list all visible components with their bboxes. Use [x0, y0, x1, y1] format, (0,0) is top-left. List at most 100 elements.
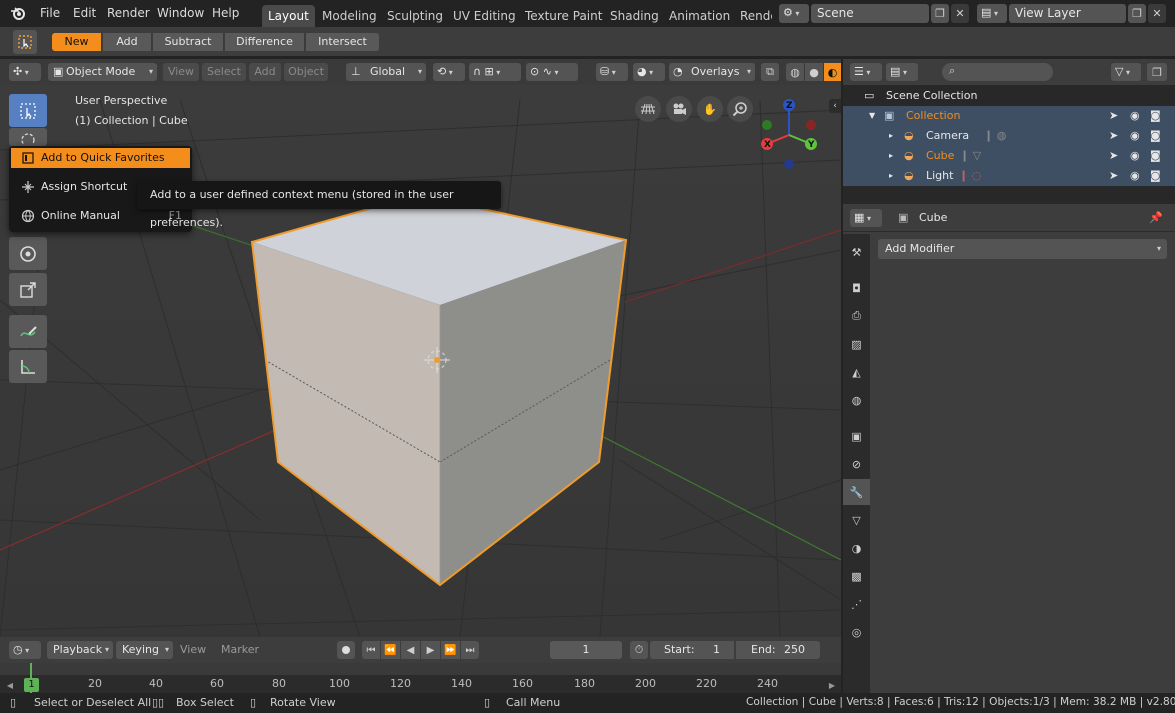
view-menu[interactable]: View: [163, 63, 199, 81]
material-tab-icon[interactable]: ◑: [843, 535, 870, 561]
active-tool-icon[interactable]: [13, 30, 37, 54]
add-to-quick-favorites-item[interactable]: Add to Quick Favorites: [11, 148, 190, 168]
selectable-arrow-icon[interactable]: ➤: [1109, 109, 1118, 123]
jump-start-icon[interactable]: ⏮: [362, 641, 380, 659]
mesh-data-tab-icon[interactable]: ▽: [843, 507, 870, 533]
gizmo-z-label[interactable]: Z: [786, 99, 793, 113]
object-menu[interactable]: Object: [284, 63, 328, 81]
eye-icon[interactable]: ◉: [1130, 129, 1140, 143]
gizmo-x-label[interactable]: X: [764, 138, 771, 152]
selectable-arrow-icon[interactable]: ➤: [1109, 129, 1118, 143]
constraints-tab-icon[interactable]: ⊘: [843, 451, 870, 477]
tab-layout[interactable]: Layout: [262, 5, 315, 27]
overlays-dropdown[interactable]: ◔ Overlays ▾: [669, 63, 755, 81]
end-frame-field[interactable]: End: 250: [736, 641, 820, 659]
outliner-row-scene-collection[interactable]: ▭ Scene Collection: [843, 86, 1175, 106]
start-frame-field[interactable]: Start: 1: [650, 641, 734, 659]
physics-tab-icon[interactable]: ◎: [843, 619, 870, 645]
menu-file[interactable]: File: [40, 6, 60, 20]
mode-difference-button[interactable]: Difference: [225, 33, 305, 51]
properties-editor-type-dropdown[interactable]: ▦ ▾: [850, 209, 882, 227]
disclosure-triangle-icon[interactable]: ▼: [869, 109, 875, 123]
measure-tool[interactable]: [9, 350, 47, 383]
gizmo-dropdown[interactable]: ◕ ▾: [633, 63, 665, 81]
scene-tab-icon[interactable]: ◭: [843, 359, 870, 385]
selectable-arrow-icon[interactable]: ➤: [1109, 149, 1118, 163]
select-menu[interactable]: Select: [202, 63, 246, 81]
visibility-dropdown[interactable]: ⛁ ▾: [596, 63, 628, 81]
playback-menu[interactable]: Playback ▾: [47, 641, 113, 659]
render-camera-icon[interactable]: ◙: [1150, 129, 1161, 143]
material-shading-icon[interactable]: ◐: [824, 63, 841, 81]
xray-icon[interactable]: ⧉: [761, 63, 779, 81]
cursor-tool[interactable]: [9, 128, 47, 146]
scale-tool[interactable]: [9, 273, 47, 306]
eye-icon[interactable]: ◉: [1130, 149, 1140, 163]
zoom-icon[interactable]: [727, 96, 753, 122]
render-camera-icon[interactable]: ◙: [1150, 149, 1161, 163]
modifiers-wrench-tab-icon[interactable]: 🔧: [843, 479, 870, 505]
menu-window[interactable]: Window: [157, 6, 204, 20]
wireframe-shading-icon[interactable]: ◍: [786, 63, 804, 81]
tab-uv-editing[interactable]: UV Editing: [447, 5, 522, 27]
tool-settings-tab-icon[interactable]: ⚒: [843, 239, 870, 265]
filter-dropdown[interactable]: ▽ ▾: [1111, 63, 1141, 81]
toggle-camera-view-icon[interactable]: [635, 96, 661, 122]
render-camera-icon[interactable]: ◙: [1150, 109, 1161, 123]
disclosure-triangle-icon[interactable]: ▸: [889, 169, 893, 183]
scroll-right-icon[interactable]: ▶: [826, 678, 838, 692]
camera-icon[interactable]: [666, 96, 692, 122]
gizmo-y-label[interactable]: Y: [808, 138, 815, 152]
menu-render[interactable]: Render: [107, 6, 150, 20]
tab-sculpting[interactable]: Sculpting: [381, 5, 449, 27]
scroll-left-icon[interactable]: ◀: [4, 678, 16, 692]
keying-menu[interactable]: Keying ▾: [116, 641, 173, 659]
record-icon[interactable]: [337, 641, 355, 659]
display-mode-dropdown[interactable]: ▤ ▾: [886, 63, 918, 81]
pan-hand-icon[interactable]: ✋: [697, 96, 723, 122]
jump-keyframe-forward-icon[interactable]: ⏩: [441, 641, 460, 659]
current-frame-field[interactable]: 1: [550, 641, 622, 659]
add-modifier-dropdown[interactable]: Add Modifier ▾: [878, 239, 1167, 259]
playhead-frame-marker[interactable]: 1: [24, 678, 39, 692]
outliner-editor-type-dropdown[interactable]: ☰ ▾: [850, 63, 882, 81]
timeline-track[interactable]: 1 20 40 60 80 100 120 140 160 180 200 22…: [0, 663, 841, 693]
close-icon[interactable]: ✕: [1148, 4, 1166, 23]
rotate-tool[interactable]: [9, 237, 47, 270]
outliner-search-input[interactable]: ⌕: [942, 63, 1053, 81]
scene-browse-dropdown[interactable]: ⚙ ▾: [779, 4, 809, 23]
timeline-marker-menu[interactable]: Marker: [221, 643, 259, 657]
orientation-dropdown[interactable]: ⊥ Global ▾: [346, 63, 426, 81]
sidebar-toggle-chevron-icon[interactable]: ‹: [829, 99, 841, 113]
outliner-row-light[interactable]: ▸ ◒ Light ❙ ◌ ➤ ◉ ◙: [843, 166, 1175, 186]
pin-icon[interactable]: 📌: [1149, 211, 1163, 225]
3d-viewport[interactable]: Z Y X ✣ ▾ ▣ Object Mode ▾ View Select Ad…: [0, 59, 841, 637]
disclosure-triangle-icon[interactable]: ▸: [889, 129, 893, 143]
close-icon[interactable]: ✕: [951, 4, 969, 23]
menu-edit[interactable]: Edit: [73, 6, 96, 20]
render-camera-icon[interactable]: ◙: [1150, 169, 1161, 183]
jump-end-icon[interactable]: ⏭: [461, 641, 479, 659]
timeline-editor-type-dropdown[interactable]: ◷ ▾: [9, 641, 41, 659]
object-mode-dropdown[interactable]: ▣ Object Mode ▾: [48, 63, 157, 81]
tab-rendering[interactable]: Rende: [734, 5, 772, 27]
play-reverse-icon[interactable]: ◀: [401, 641, 420, 659]
disclosure-triangle-icon[interactable]: ▸: [889, 149, 893, 163]
play-icon[interactable]: ▶: [421, 641, 440, 659]
new-collection-icon[interactable]: ❐: [1147, 63, 1167, 81]
add-menu[interactable]: Add: [249, 63, 281, 81]
jump-keyframe-back-icon[interactable]: ⏪: [381, 641, 400, 659]
stopwatch-icon[interactable]: ⏱: [630, 641, 648, 659]
snap-dropdown[interactable]: ∩ ⊞ ▾: [469, 63, 521, 81]
proportional-edit-dropdown[interactable]: ⊙ ∿ ▾: [526, 63, 578, 81]
world-tab-icon[interactable]: ◍: [843, 387, 870, 413]
view-layer-name-field[interactable]: View Layer: [1009, 4, 1126, 23]
eye-icon[interactable]: ◉: [1130, 169, 1140, 183]
output-tab-icon[interactable]: ⎙: [843, 303, 870, 329]
render-tab-icon[interactable]: ◘: [843, 275, 870, 301]
view-layer-browse-dropdown[interactable]: ▤ ▾: [977, 4, 1007, 23]
pivot-dropdown[interactable]: ⟲ ▾: [433, 63, 465, 81]
tab-modeling[interactable]: Modeling: [316, 5, 383, 27]
view-layer-tab-icon[interactable]: ▨: [843, 331, 870, 357]
scene-name-field[interactable]: Scene: [811, 4, 929, 23]
